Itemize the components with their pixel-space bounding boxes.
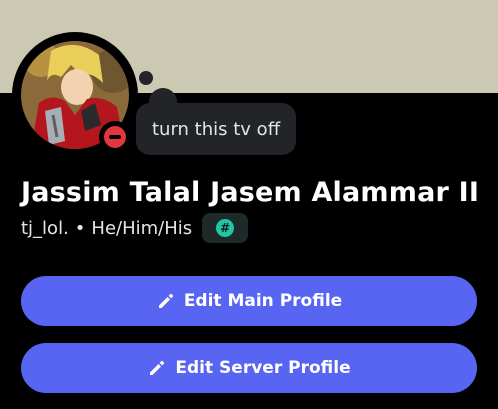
hashtag-badge[interactable]: # bbox=[202, 213, 249, 243]
edit-main-profile-button[interactable]: Edit Main Profile bbox=[21, 276, 477, 326]
do-not-disturb-status-icon bbox=[104, 126, 126, 148]
username: tj_lol. bbox=[21, 217, 69, 239]
display-name: Jassim Talal Jasem Alammar II bbox=[21, 177, 480, 208]
pencil-icon bbox=[150, 360, 165, 375]
edit-server-profile-button[interactable]: Edit Server Profile bbox=[21, 343, 477, 393]
separator-dot: • bbox=[74, 217, 86, 239]
profile-meta-row: tj_lol. • He/Him/His # bbox=[21, 213, 249, 243]
edit-server-profile-label: Edit Server Profile bbox=[175, 358, 351, 378]
edit-main-profile-label: Edit Main Profile bbox=[183, 291, 343, 311]
hashtag-icon: # bbox=[216, 219, 235, 237]
custom-status-bubble[interactable]: turn this tv off bbox=[136, 103, 297, 155]
thought-bubble-dot-small bbox=[139, 71, 153, 85]
pronouns: He/Him/His bbox=[91, 217, 193, 239]
custom-status-text: turn this tv off bbox=[152, 118, 281, 140]
pencil-icon bbox=[158, 293, 174, 308]
